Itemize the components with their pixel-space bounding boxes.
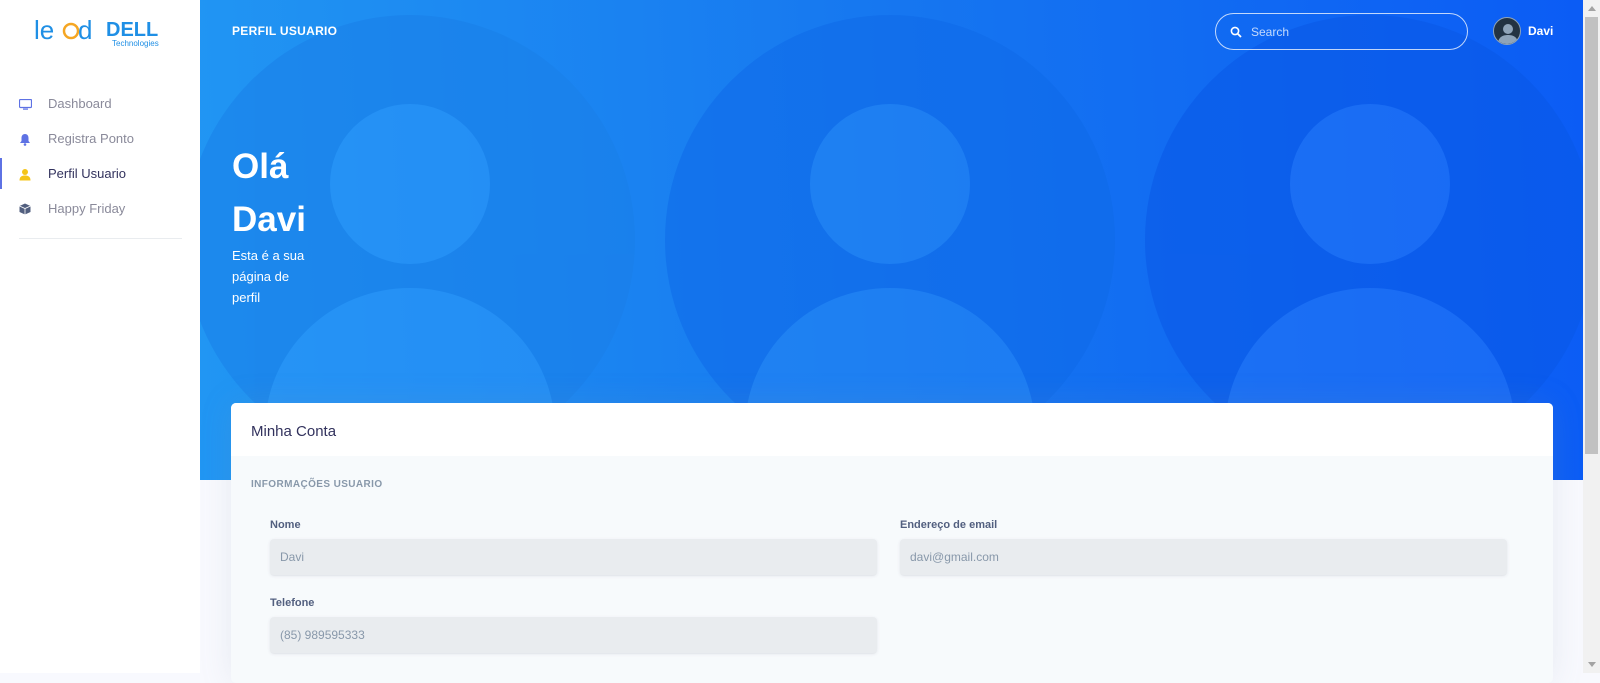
- sidebar: le d DELL Technologies Dashboard Registr…: [0, 0, 200, 673]
- sidebar-item-label: Dashboard: [48, 96, 112, 111]
- phone-label: Telefone: [270, 597, 315, 609]
- sidebar-item-dashboard[interactable]: Dashboard: [0, 86, 200, 121]
- monitor-icon: [18, 97, 32, 111]
- sidebar-item-perfil-usuario[interactable]: Perfil Usuario: [0, 156, 200, 191]
- box-icon: [18, 202, 32, 216]
- main-content: PERFIL USUARIO Davi Olá Davi Esta é a su…: [200, 0, 1583, 683]
- account-card: Minha Conta INFORMAÇÕES USUARIO Nome End…: [231, 403, 1553, 683]
- logo-icon: le d DELL Technologies: [34, 15, 159, 48]
- phone-field[interactable]: [270, 617, 877, 653]
- email-field[interactable]: [900, 539, 1507, 575]
- user-menu[interactable]: Davi: [1493, 17, 1553, 45]
- scroll-up-icon[interactable]: [1583, 0, 1600, 17]
- search-icon: [1230, 26, 1242, 38]
- svg-text:Technologies: Technologies: [112, 39, 159, 48]
- vertical-scrollbar[interactable]: [1583, 0, 1600, 673]
- user-avatar-icon: [1498, 24, 1518, 44]
- sidebar-item-label: Registra Ponto: [48, 131, 134, 146]
- account-card-title: Minha Conta: [231, 403, 1553, 456]
- name-field[interactable]: [270, 539, 877, 575]
- sidebar-item-label: Perfil Usuario: [48, 166, 127, 181]
- section-title: INFORMAÇÕES USUARIO: [251, 479, 383, 490]
- svg-text:le: le: [34, 15, 54, 45]
- sidebar-item-registra-ponto[interactable]: Registra Ponto: [0, 121, 200, 156]
- bell-icon: [18, 132, 32, 146]
- hero-greeting: Olá Davi: [232, 147, 306, 239]
- email-label: Endereço de email: [900, 519, 998, 531]
- avatar: [1493, 17, 1521, 45]
- search-input[interactable]: [1251, 24, 1451, 39]
- user-icon: [18, 167, 32, 181]
- scrollbar-thumb[interactable]: [1585, 17, 1598, 454]
- search-box[interactable]: [1215, 13, 1468, 50]
- brand-logo[interactable]: le d DELL Technologies: [34, 12, 174, 50]
- hero-subtitle: Esta é a sua página de perfil: [232, 248, 305, 305]
- svg-text:DELL: DELL: [106, 19, 158, 41]
- name-label: Nome: [270, 519, 301, 531]
- sidebar-divider: [19, 238, 182, 239]
- user-name: Davi: [1528, 24, 1554, 38]
- scroll-down-icon[interactable]: [1583, 656, 1600, 673]
- sidebar-item-label: Happy Friday: [48, 201, 126, 216]
- sidebar-nav: Dashboard Registra Ponto Perfil Usuario …: [0, 86, 200, 226]
- sidebar-item-happy-friday[interactable]: Happy Friday: [0, 191, 200, 226]
- page-title: PERFIL USUARIO: [232, 24, 338, 38]
- svg-text:d: d: [78, 15, 92, 45]
